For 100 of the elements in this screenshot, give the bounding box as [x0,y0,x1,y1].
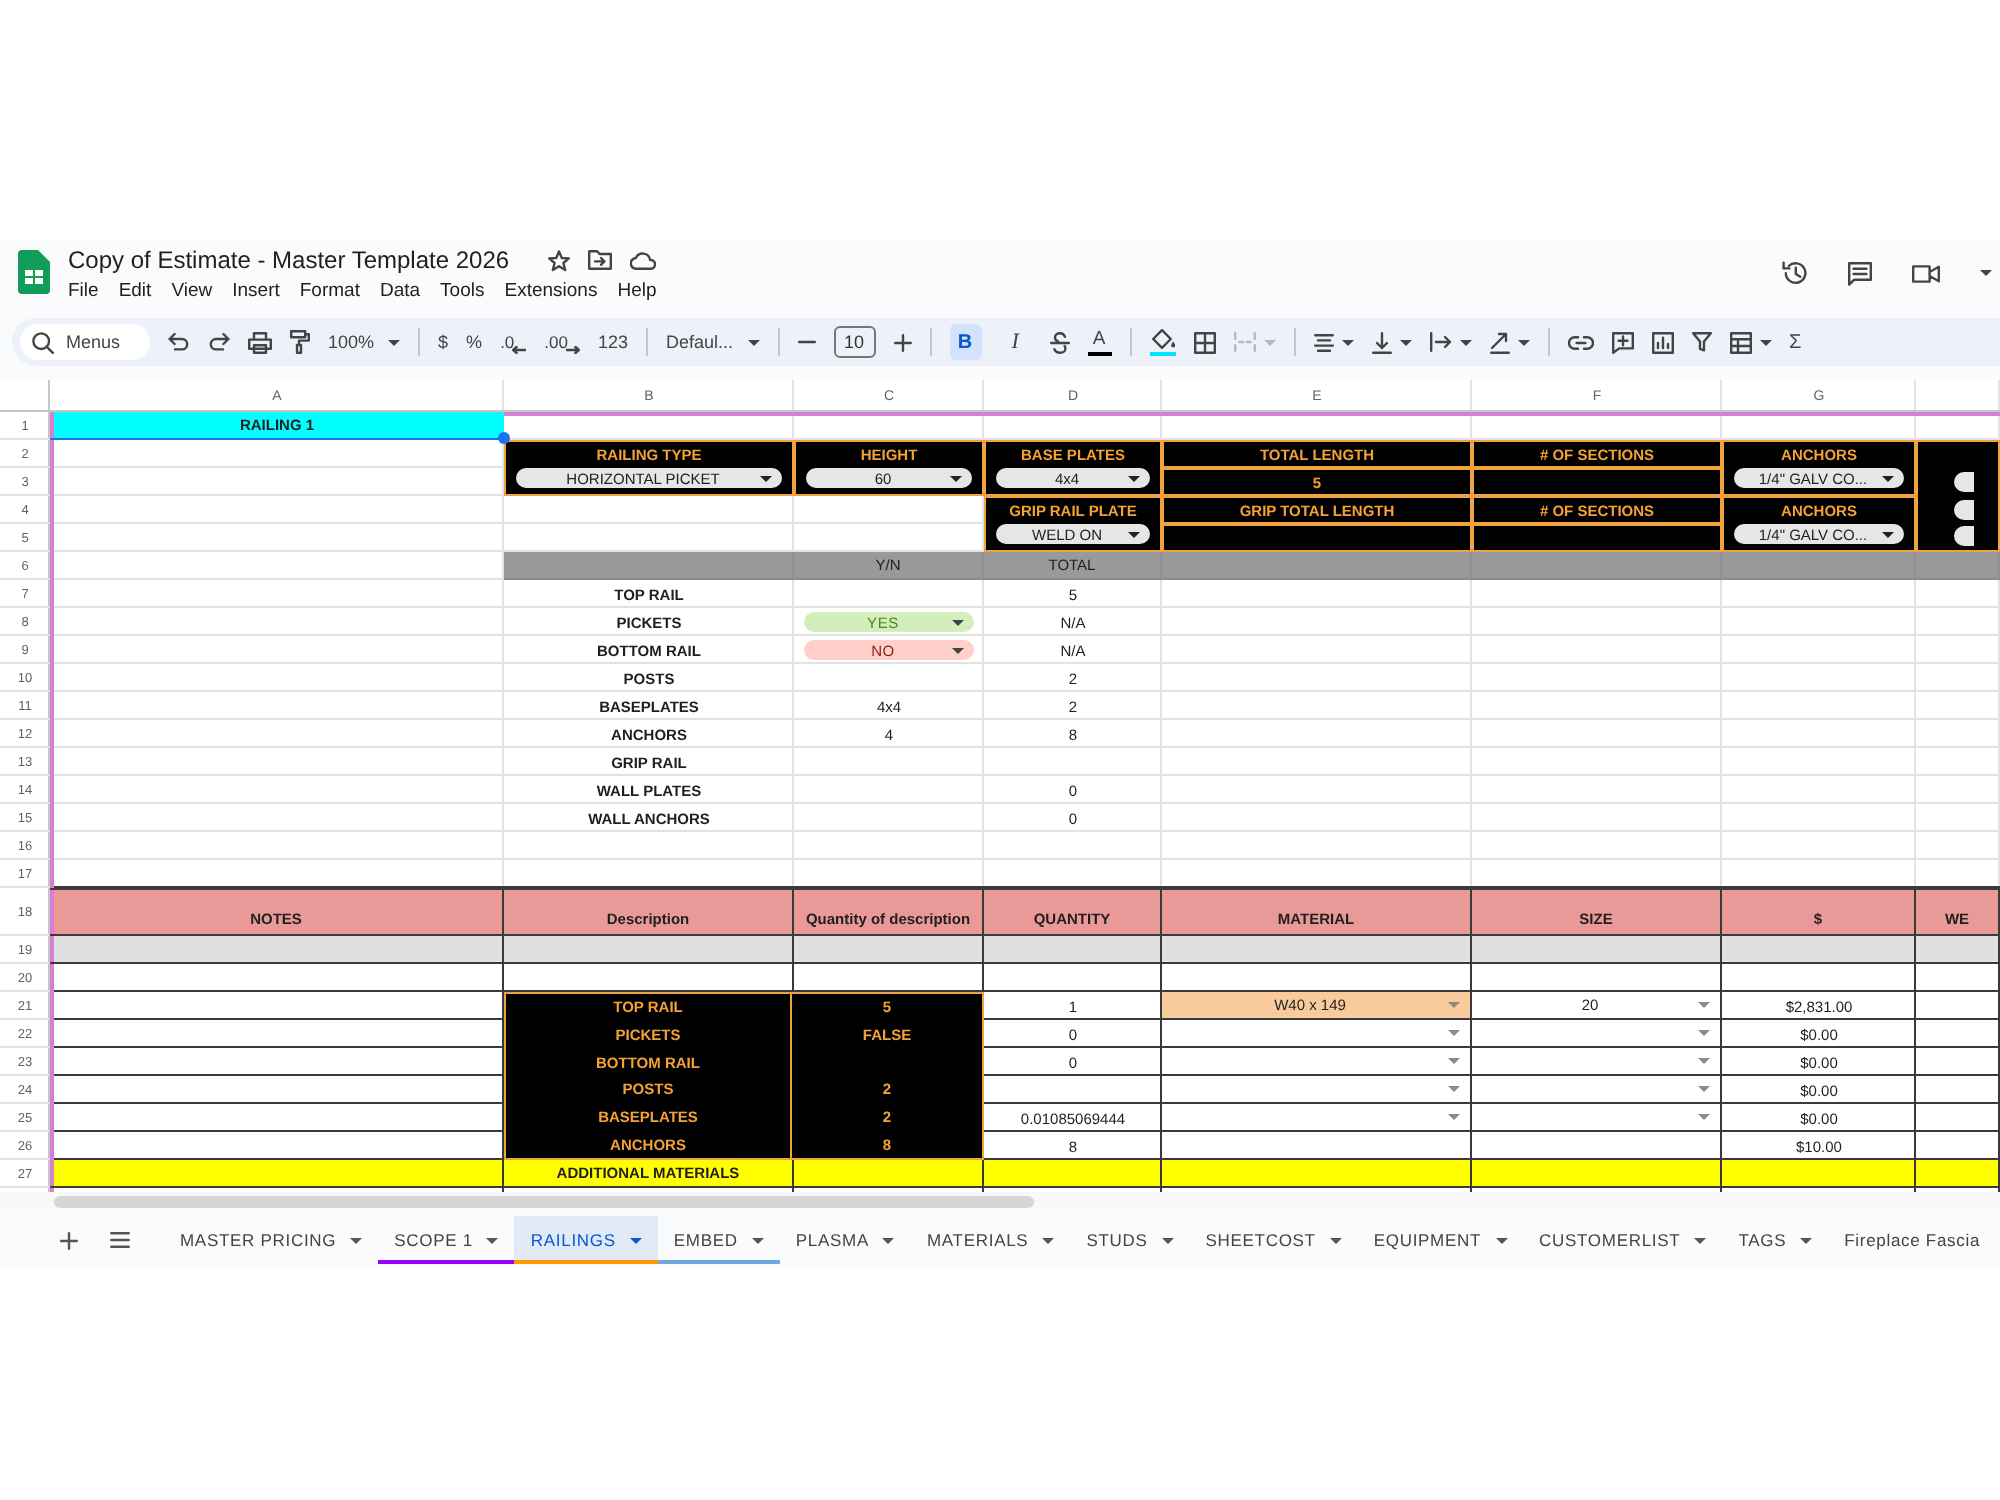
menu-item[interactable]: Edit [108,278,162,304]
sheet-tab[interactable]: CUSTOMERLIST [1523,1216,1723,1264]
text-rotation-icon[interactable] [1489,331,1510,353]
sheet-tab[interactable]: STUDS [1070,1216,1190,1264]
menu-item[interactable]: Insert [222,278,290,304]
menu-item[interactable]: Tools [430,278,495,304]
caret-icon [1448,1002,1460,1008]
value-field[interactable] [1472,524,1722,552]
history-icon[interactable] [1782,260,1808,286]
caret-icon [629,1237,642,1243]
format-button[interactable]: $ [438,324,449,360]
menu-item[interactable]: View [161,278,223,304]
format-button[interactable]: % [466,324,483,360]
comment-plus-icon[interactable] [1611,331,1634,353]
search-icon [32,331,54,353]
menu-item[interactable]: File [58,278,109,304]
bold-button[interactable]: B [949,324,982,360]
chart-icon[interactable] [1651,331,1674,353]
dropdown-field[interactable] [1954,472,1974,493]
sheet-tab[interactable]: SCOPE 1 [378,1216,515,1264]
arrow-left-icon [512,345,527,353]
functions-button[interactable]: Σ [1789,324,1802,360]
folder-arrow-icon[interactable] [587,250,612,270]
caret-icon [1495,1237,1508,1243]
caret-icon [1128,531,1140,537]
caret-icon [751,1237,764,1243]
menu-icon[interactable] [110,1232,130,1248]
caret-icon [1882,531,1894,537]
sheet-tab[interactable]: SHEETCOST [1189,1216,1358,1264]
sheet-tab[interactable]: MASTER PRICING [164,1216,379,1264]
value-field[interactable] [1162,524,1472,552]
font-size-field[interactable]: 10 [833,326,876,358]
caret-icon[interactable] [1459,339,1472,345]
caret-icon [1042,1237,1055,1243]
handle-dot-icon[interactable] [498,432,510,444]
scrollbar-thumb[interactable] [54,1196,1034,1208]
paint-roller-icon[interactable] [290,330,310,354]
sheet-tab[interactable]: RAILINGS [514,1216,658,1264]
comment-icon[interactable] [1848,261,1872,285]
value-field[interactable] [1472,468,1722,496]
caret-icon[interactable] [1399,339,1412,345]
caret-icon [952,619,964,625]
link-icon[interactable] [1567,335,1594,349]
paint-bucket-icon[interactable] [1149,328,1176,356]
caret-icon[interactable] [1759,339,1772,345]
caret-icon [1698,1114,1710,1120]
caret-icon [882,1237,895,1243]
sheet-tab[interactable]: Fireplace Fascia [1828,1216,1985,1264]
document-title[interactable]: Copy of Estimate - Master Template 2026 [68,246,510,274]
format-button[interactable]: 123 [597,324,629,360]
caret-icon [1448,1058,1460,1064]
sheet-tab[interactable]: MATERIALS [910,1216,1071,1264]
strikethrough-icon[interactable] [1049,331,1070,353]
star-icon[interactable] [547,249,570,271]
menu-item[interactable]: Data [369,278,431,304]
caret-icon [350,1237,363,1243]
caret-icon [388,339,401,345]
dropdown-field[interactable] [1954,499,1974,520]
align-icon[interactable] [1313,333,1334,351]
undo-icon[interactable] [168,332,190,352]
italic-button[interactable]: I [999,324,1032,360]
caret-icon [950,475,962,481]
spreadsheet-icon[interactable] [18,250,50,294]
sheet-tab[interactable]: EQUIPMENT [1357,1216,1524,1264]
sheet-tab[interactable]: TAGS [1722,1216,1829,1264]
decimal-button[interactable]: .00 [544,324,580,360]
vertical-align-icon[interactable] [1371,331,1392,353]
caret-icon[interactable] [1517,339,1530,345]
plus-icon[interactable] [893,333,912,351]
filter-icon[interactable] [1691,332,1712,352]
print-icon[interactable] [248,331,272,353]
menu-item[interactable]: Extensions [494,278,608,304]
zoom-dropdown[interactable]: 100% [328,324,401,360]
decimal-button[interactable]: .0 [500,324,527,360]
sheet-tab[interactable]: EMBED [657,1216,780,1264]
caret-icon[interactable] [1980,270,1992,276]
minus-icon[interactable] [797,340,816,344]
dropdown-field[interactable] [1954,526,1974,547]
sheet-tab[interactable]: PLASMA [779,1216,911,1264]
text-wrap-icon[interactable] [1429,332,1452,352]
caret-icon [760,475,772,481]
font-dropdown[interactable]: Defaul... [666,324,760,360]
menu-item[interactable]: Format [289,278,370,304]
caret-icon [1448,1086,1460,1092]
caret-icon [1698,1002,1710,1008]
caret-icon [1698,1058,1710,1064]
caret-icon [1800,1237,1813,1243]
menu-item[interactable]: Help [607,278,667,304]
caret-icon [1448,1114,1460,1120]
caret-icon [1882,475,1894,481]
redo-icon[interactable] [208,332,230,352]
cloud-icon[interactable] [629,251,656,269]
borders-icon[interactable] [1193,331,1216,353]
caret-icon[interactable] [1341,339,1354,345]
video-camera-icon[interactable] [1912,263,1940,283]
plus-icon[interactable] [60,1231,78,1249]
caret-icon [1128,475,1140,481]
table-icon[interactable] [1729,331,1752,353]
text-color-button[interactable]: A [1087,324,1112,360]
search-field[interactable]: Menus [20,324,150,360]
